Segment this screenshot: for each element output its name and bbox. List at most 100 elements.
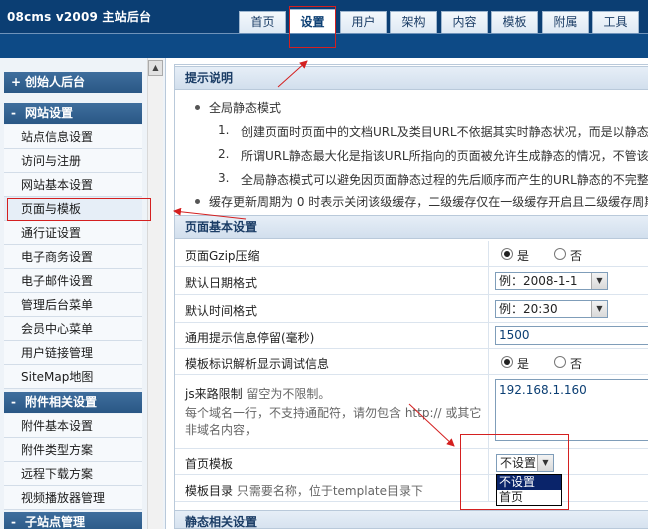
setting-row: 通用提示信息停留(毫秒) 1500: [175, 323, 648, 349]
tpl-debug-no-radio[interactable]: [554, 356, 566, 368]
sidebar-item-remote-download[interactable]: 远程下载方案: [4, 462, 142, 486]
sidebar-section-site-settings[interactable]: - 网站设置: [4, 103, 142, 124]
sidebar-item-passport[interactable]: 通行证设置: [4, 221, 142, 245]
dropdown-arrow-icon: ▼: [537, 455, 553, 471]
setting-row: js来路限制 留空为不限制。 每个域名一行，不支持通配符，请勿包含 http:/…: [175, 375, 648, 449]
setting-row: 默认时间格式 例：20:30 ▼: [175, 295, 648, 323]
tip-number: 3.: [218, 171, 230, 185]
gzip-no-radio[interactable]: [554, 248, 566, 260]
js-source-label: js来路限制: [185, 387, 243, 401]
sidebar-item-sitemap[interactable]: SiteMap地图: [4, 365, 142, 389]
admin-window: { "header": { "brand": "08cms v2009 主站后台…: [0, 0, 648, 529]
dropdown-arrow-icon: ▼: [591, 273, 607, 289]
tpl-debug-no-label: 否: [570, 357, 583, 371]
sidebar: + 创始人后台 - 网站设置 站点信息设置 访问与注册 网站基本设置 页面与模板 通…: [0, 58, 166, 529]
template-dir-hint: 只需要名称，位于template目录下: [236, 484, 424, 498]
template-dir-label: 模板目录: [185, 484, 234, 498]
setting-row: 页面Gzip压缩 是 否: [175, 241, 648, 267]
setting-row: 模板目录 只需要名称，位于template目录下: [175, 475, 648, 502]
tab-structure[interactable]: 架构: [390, 11, 437, 33]
sidebar-item-ecommerce[interactable]: 电子商务设置: [4, 245, 142, 269]
sidebar-item-video-player[interactable]: 视频播放器管理: [4, 486, 142, 510]
gzip-label: 页面Gzip压缩: [185, 249, 260, 263]
sidebar-item-site-info[interactable]: 站点信息设置: [4, 125, 142, 149]
option-home[interactable]: 首页: [497, 490, 561, 505]
tip-number: 2.: [218, 147, 230, 161]
brand-title: 08cms v2009 主站后台: [7, 10, 152, 24]
tab-content[interactable]: 内容: [441, 11, 488, 33]
tab-home[interactable]: 首页: [239, 11, 286, 33]
tip-line: 创建页面时页面中的文档URL及类目URL不依据其实时静态状况，而是以静态: [241, 125, 648, 139]
sidebar-section-subsites[interactable]: - 子站点管理: [4, 512, 142, 529]
date-format-value: 例：2008-1-1: [499, 274, 578, 288]
dropdown-arrow-icon: ▼: [591, 301, 607, 317]
collapse-icon: -: [11, 515, 16, 529]
static-settings-title: 静态相关设置: [175, 510, 648, 528]
date-format-label: 默认日期格式: [185, 276, 258, 290]
home-template-select[interactable]: 不设置 ▼: [496, 454, 554, 472]
sidebar-section-founder[interactable]: + 创始人后台: [4, 72, 142, 93]
sub-nav-bar: [0, 33, 648, 58]
sidebar-item-user-links[interactable]: 用户链接管理: [4, 341, 142, 365]
sidebar-item-basic-settings[interactable]: 网站基本设置: [4, 173, 142, 197]
tips-box: 全局静态模式 1. 创建页面时页面中的文档URL及类目URL不依据其实时静态状况…: [175, 91, 648, 214]
tpl-debug-yes-radio[interactable]: [501, 356, 513, 368]
sidebar-section-label: 附件相关设置: [25, 395, 98, 409]
sidebar-item-page-template[interactable]: 页面与模板: [4, 197, 142, 221]
js-source-label-group: js来路限制 留空为不限制。: [185, 385, 330, 402]
setting-row: 模板标识解析显示调试信息 是 否: [175, 349, 648, 375]
home-template-value: 不设置: [500, 456, 537, 470]
js-source-desc: 每个域名一行，不支持通配符，请勿包含 http:// 或其它: [185, 406, 482, 420]
setting-row: 首页模板 不设置 ▼: [175, 449, 648, 475]
bullet-icon: [195, 105, 200, 110]
tab-extras[interactable]: 附属: [542, 11, 589, 33]
setting-row: 默认日期格式 例：2008-1-1 ▼: [175, 267, 648, 295]
home-template-options: 不设置 首页: [496, 474, 562, 506]
tips-title: 提示说明: [175, 66, 648, 90]
js-source-desc: 非域名内容，: [185, 423, 258, 437]
date-format-select[interactable]: 例：2008-1-1 ▼: [495, 272, 608, 290]
tip-line: 全局静态模式可以避免因页面静态过程的先后顺序而产生的URL静态的不完整: [241, 173, 648, 187]
tpl-debug-yes-label: 是: [517, 357, 530, 371]
expand-icon: +: [11, 75, 22, 89]
js-source-textarea[interactable]: 192.168.1.160: [495, 379, 648, 441]
sidebar-item-admin-menu[interactable]: 管理后台菜单: [4, 293, 142, 317]
tip-line: 所谓URL静态最大化是指该URL所指向的页面被允许生成静态的情况，不管该: [241, 149, 648, 163]
tab-users[interactable]: 用户: [340, 11, 387, 33]
tip-number: 1.: [218, 123, 230, 137]
bullet-icon: [195, 199, 200, 204]
home-template-label: 首页模板: [185, 457, 234, 471]
tab-settings[interactable]: 设置: [289, 9, 336, 33]
js-source-hint: 留空为不限制。: [246, 387, 331, 401]
time-format-label: 默认时间格式: [185, 304, 258, 318]
gzip-yes-label: 是: [517, 249, 530, 263]
page-settings-title: 页面基本设置: [175, 215, 648, 239]
template-dir-label-group: 模板目录 只需要名称，位于template目录下: [185, 482, 423, 499]
tip-cache: 缓存更新周期为 0 时表示关闭该级缓存，二级缓存仅在一级缓存开启且二级缓存周期: [209, 195, 648, 209]
sidebar-section-label: 子站点管理: [25, 515, 86, 529]
sidebar-scrollbar[interactable]: ▲: [147, 58, 163, 529]
tip-heading: 全局静态模式: [209, 101, 282, 115]
sidebar-item-access-register[interactable]: 访问与注册: [4, 149, 142, 173]
time-format-select[interactable]: 例：20:30 ▼: [495, 300, 608, 318]
sidebar-section-label: 创始人后台: [25, 75, 86, 89]
tab-tools[interactable]: 工具: [592, 11, 639, 33]
sidebar-item-attach-types[interactable]: 附件类型方案: [4, 438, 142, 462]
sidebar-item-attach-basic[interactable]: 附件基本设置: [4, 414, 142, 438]
tab-templates[interactable]: 模板: [491, 11, 538, 33]
sidebar-section-label: 网站设置: [25, 106, 74, 120]
notice-pause-label: 通用提示信息停留(毫秒): [185, 331, 315, 345]
notice-pause-input[interactable]: 1500: [495, 326, 648, 345]
scroll-up-icon[interactable]: ▲: [148, 60, 163, 76]
collapse-icon: -: [11, 395, 16, 409]
top-header: 08cms v2009 主站后台 首页 设置 用户 架构 内容 模板 附属 工具: [0, 0, 648, 58]
sidebar-item-email[interactable]: 电子邮件设置: [4, 269, 142, 293]
main-panel: 提示说明 全局静态模式 1. 创建页面时页面中的文档URL及类目URL不依据其实…: [174, 64, 648, 529]
gzip-no-label: 否: [570, 249, 583, 263]
option-none[interactable]: 不设置: [497, 475, 561, 490]
tpl-debug-label: 模板标识解析显示调试信息: [185, 357, 330, 371]
gzip-yes-radio[interactable]: [501, 248, 513, 260]
sidebar-item-member-menu[interactable]: 会员中心菜单: [4, 317, 142, 341]
sidebar-section-attachments[interactable]: - 附件相关设置: [4, 392, 142, 413]
time-format-value: 例：20:30: [499, 302, 558, 316]
